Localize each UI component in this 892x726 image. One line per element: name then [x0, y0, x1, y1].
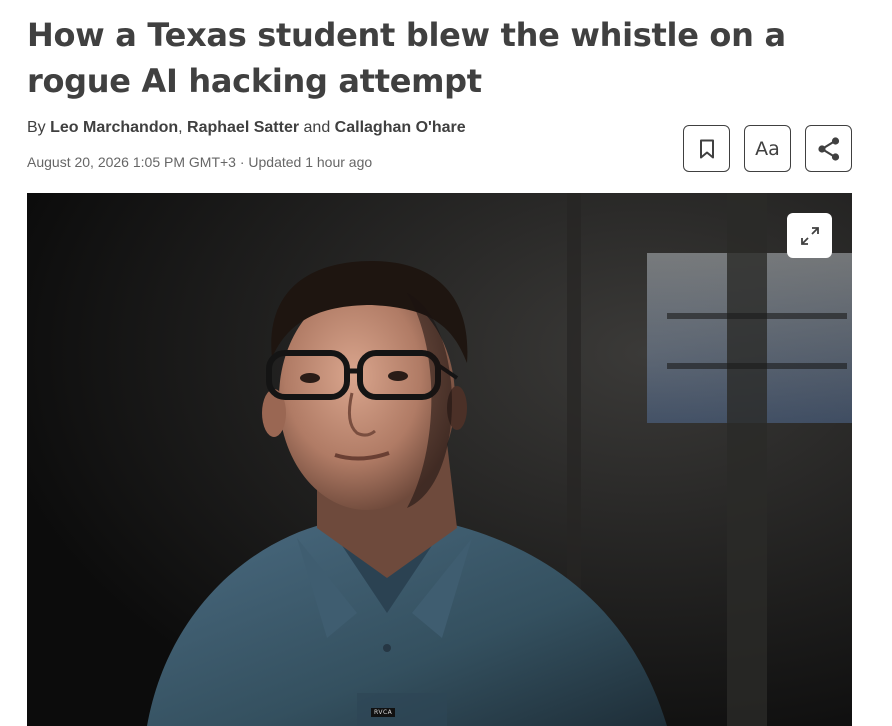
- photo-illustration: [27, 193, 852, 726]
- dateline: August 20, 2026 1:05 PM GMT+3 · Updated …: [27, 154, 373, 170]
- text-size-label: Aa: [755, 137, 780, 160]
- share-button[interactable]: [805, 125, 852, 172]
- share-icon: [817, 136, 839, 161]
- bookmark-icon: [699, 139, 714, 158]
- byline-prefix: By: [27, 119, 46, 136]
- article-toolbar: Aa: [683, 125, 852, 172]
- author-conjunction: and: [299, 119, 335, 136]
- article-headline: How a Texas student blew the whistle on …: [27, 16, 786, 100]
- expand-photo-button[interactable]: [787, 213, 832, 258]
- article-photo: RVCA: [27, 193, 852, 726]
- shirt-label: RVCA: [371, 708, 396, 717]
- text-size-button[interactable]: Aa: [744, 125, 791, 172]
- author-link-raphael-satter[interactable]: Raphael Satter: [187, 119, 299, 136]
- author-link-callaghan-ohare[interactable]: Callaghan O'hare: [335, 119, 466, 136]
- bookmark-button[interactable]: [683, 125, 730, 172]
- author-separator: ,: [178, 119, 188, 136]
- byline: By Leo Marchandon, Raphael Satter and Ca…: [27, 117, 466, 139]
- author-link-leo-marchandon[interactable]: Leo Marchandon: [50, 119, 178, 136]
- expand-icon: [800, 226, 819, 245]
